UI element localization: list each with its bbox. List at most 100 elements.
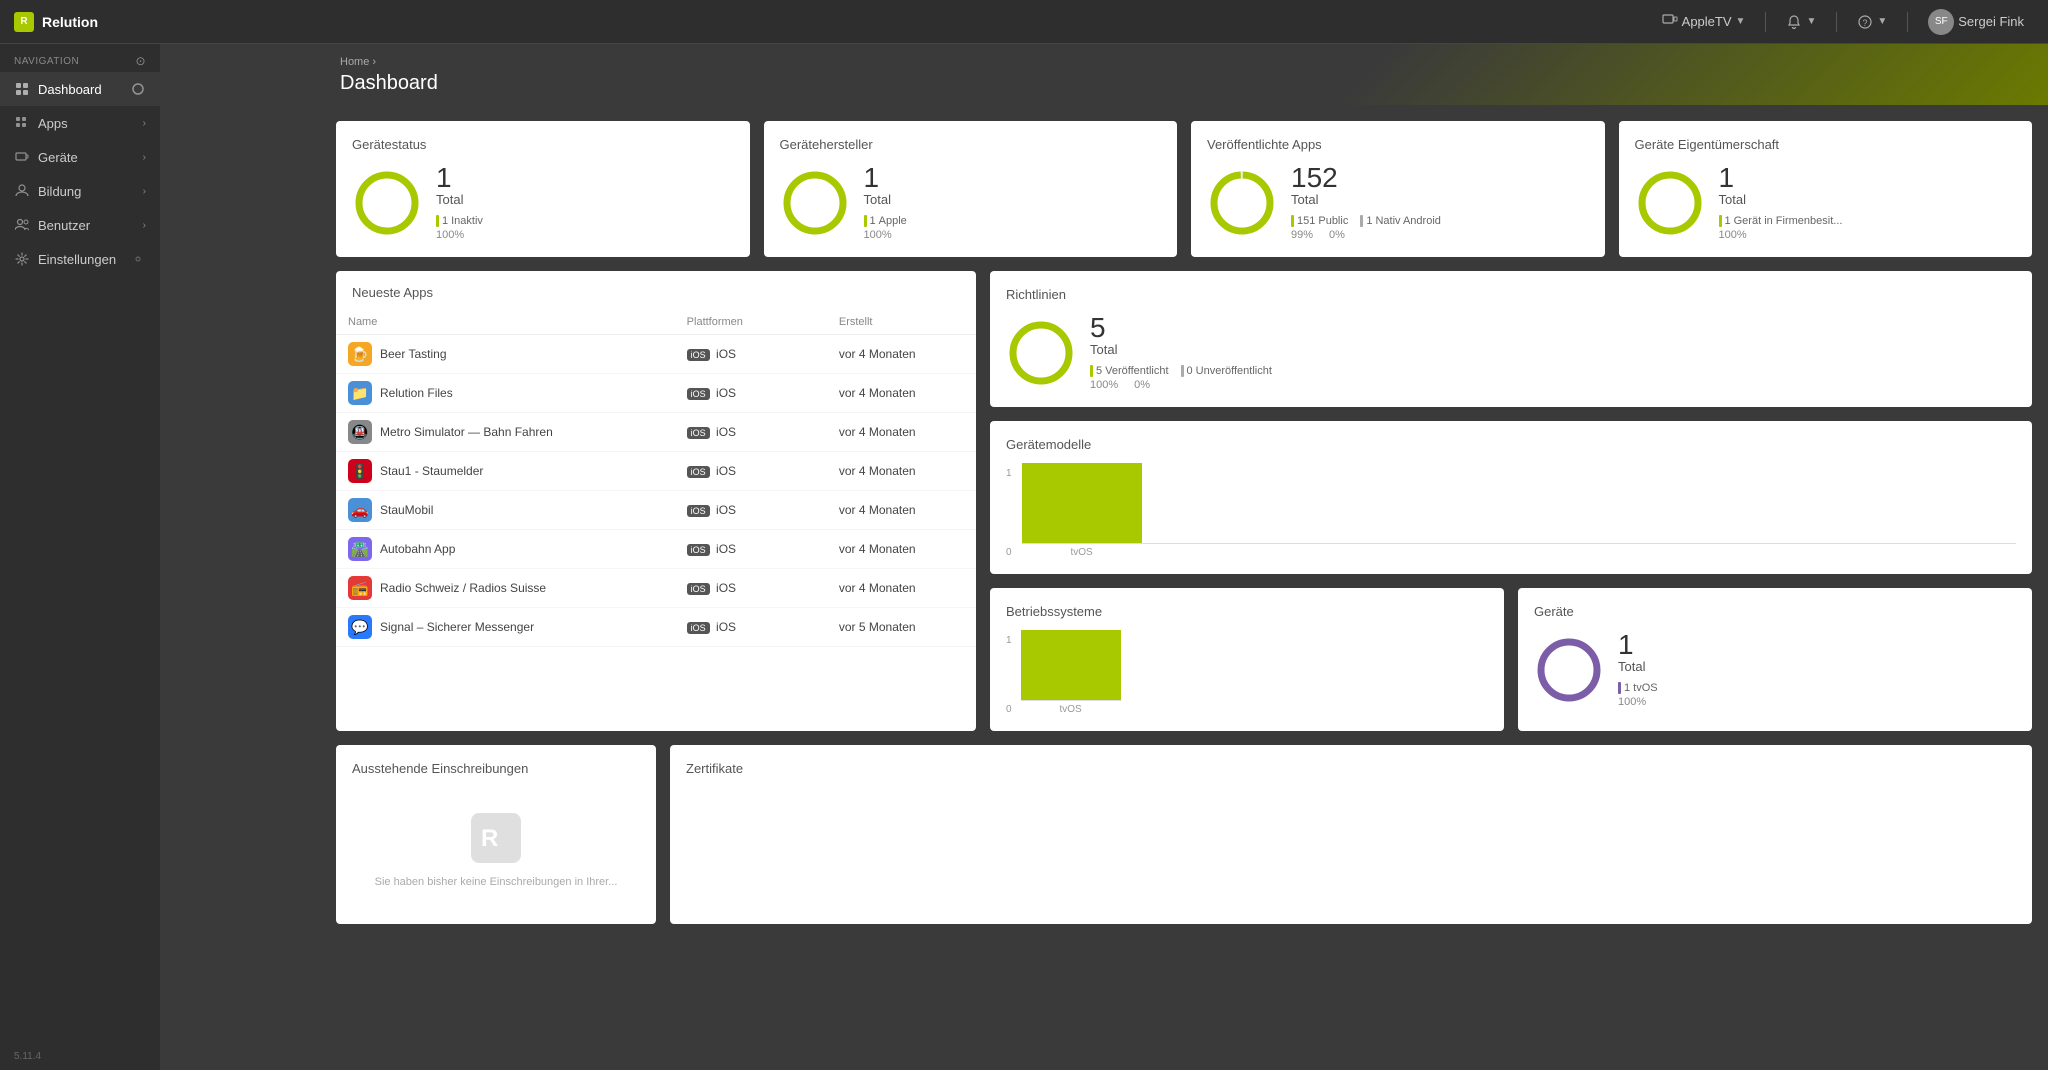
app-icon: 🍺 (348, 342, 372, 366)
app-erstellt: vor 4 Monaten (827, 413, 976, 452)
zertifikate-card: Zertifikate (670, 745, 2032, 924)
app-icon: 🚦 (348, 459, 372, 483)
apps-arrow-icon: › (143, 118, 146, 129)
app-platforms: iOS iOS (675, 569, 827, 608)
app-erstellt: vor 4 Monaten (827, 335, 976, 374)
app-icon: 📻 (348, 576, 372, 600)
geraetemodelle-card: Gerätemodelle 1 0 tvOS (990, 421, 2032, 574)
page-title: Dashboard (340, 72, 2028, 95)
sidebar-item-apps[interactable]: Apps › (0, 106, 160, 140)
relution-empty-icon: R (466, 808, 526, 868)
app-platforms: iOS iOS (675, 608, 827, 647)
table-row[interactable]: 🛣️ Autobahn App iOS iOS vor 4 Monaten (336, 530, 976, 569)
app-erstellt: vor 4 Monaten (827, 452, 976, 491)
stat-row-top: Gerätestatus 1 Total (336, 121, 2032, 257)
geraete-stat-title: Geräte (1534, 604, 2016, 619)
bottom-row: Ausstehende Einschreibungen R Sie haben … (336, 745, 2032, 924)
table-row[interactable]: 🚗 StauMobil iOS iOS vor 4 Monaten (336, 491, 976, 530)
app-erstellt: vor 4 Monaten (827, 374, 976, 413)
ios-badge: iOS (687, 583, 710, 595)
geraetemacher-total-label: Total (864, 192, 1162, 207)
app-platforms: iOS iOS (675, 491, 827, 530)
eigentuemerschaft-donut (1635, 168, 1705, 238)
dashboard-icon (14, 81, 30, 97)
geraetemacher-pct: 100% (864, 229, 1162, 241)
table-row[interactable]: 📁 Relution Files iOS iOS vor 4 Monaten (336, 374, 976, 413)
nav-label: NAVIGATION ⊙ (0, 44, 160, 72)
geraetemodelle-title: Gerätemodelle (1006, 437, 2016, 452)
sidebar-item-bildung[interactable]: Bildung › (0, 174, 160, 208)
app-platforms: iOS iOS (675, 452, 827, 491)
settings-icon (14, 251, 30, 267)
geraetemodelle-bar (1022, 463, 1142, 543)
geraetemacher-detail-label: Apple (879, 215, 907, 227)
table-row[interactable]: 🚇 Metro Simulator — Bahn Fahren iOS iOS … (336, 413, 976, 452)
veroeffentlichte-total-label: Total (1291, 192, 1589, 207)
app-platforms: ▶TViOS iOS (675, 647, 827, 651)
app-name: Autobahn App (380, 542, 455, 556)
geraetestatus-number: 1 (436, 164, 734, 192)
sidebar-benutzer-label: Benutzer (38, 218, 90, 233)
app-name: Signal – Sicherer Messenger (380, 620, 534, 634)
geraetestatus-card: Gerätestatus 1 Total (336, 121, 750, 257)
geraetemacher-number: 1 (864, 164, 1162, 192)
sidebar-item-benutzer[interactable]: Benutzer › (0, 208, 160, 242)
richtlinien-donut (1006, 318, 1076, 388)
sidebar-item-geraete[interactable]: Geräte › (0, 140, 160, 174)
eigentuemerschaft-card: Geräte Eigentümerschaft 1 Total (1619, 121, 2033, 257)
users-icon (14, 217, 30, 233)
geraete-stat-card: Geräte 1 Total (1518, 588, 2032, 731)
bildung-arrow-icon: › (143, 186, 146, 197)
apps-table: Name Plattformen Erstellt 🍺 Beer Tasting… (336, 310, 976, 650)
dashboard-content: Gerätestatus 1 Total (320, 105, 2048, 940)
veroeffentlichte-card: Veröffentlichte Apps 152 Total (1191, 121, 1605, 257)
app-icon: 💬 (348, 615, 372, 639)
ios-badge: iOS (687, 427, 710, 439)
table-row[interactable]: 🚦 Stau1 - Staumelder iOS iOS vor 4 Monat… (336, 452, 976, 491)
sidebar: R Relution NAVIGATION ⊙ Dashboard Apps › (0, 0, 160, 1070)
geraete-donut (1534, 635, 1604, 705)
betriebssysteme-card: Betriebssysteme 1 0 tvOS (990, 588, 1504, 731)
veroeffentlichte-title: Veröffentlichte Apps (1207, 137, 1589, 152)
main-content: AppleTV ▼ ▼ ? ▼ SF Sergei Fink Home › Da… (320, 44, 2048, 1070)
table-row[interactable]: 💬 Signal – Sicherer Messenger iOS iOS vo… (336, 608, 976, 647)
devices-icon (14, 149, 30, 165)
richtlinien-title: Richtlinien (1006, 287, 2016, 302)
app-name-cell: ▶ Netflix (336, 647, 675, 651)
geraete-stat-total-label: Total (1618, 659, 2016, 674)
app-erstellt: vor 4 Monaten (827, 530, 976, 569)
geraete-stat-number: 1 (1618, 631, 2016, 659)
sidebar-geraete-label: Geräte (38, 150, 78, 165)
app-erstellt: vor 4 Monaten (827, 491, 976, 530)
neueste-apps-title: Neueste Apps (336, 271, 976, 310)
nav-collapse-icon[interactable]: ⊙ (135, 54, 146, 68)
table-row[interactable]: ▶ Netflix ▶TViOS iOS vor 5 Monaten (336, 647, 976, 651)
geraetestatus-detail-value: 1 (442, 215, 448, 227)
table-row[interactable]: 📻 Radio Schweiz / Radios Suisse iOS iOS … (336, 569, 976, 608)
col-name: Name (336, 310, 675, 335)
app-platforms: iOS iOS (675, 413, 827, 452)
app-platforms: iOS iOS (675, 530, 827, 569)
ausstehende-card: Ausstehende Einschreibungen R Sie haben … (336, 745, 656, 924)
sidebar-item-einstellungen[interactable]: Einstellungen (0, 242, 160, 276)
app-icon: 🚗 (348, 498, 372, 522)
benutzer-arrow-icon: › (143, 220, 146, 231)
ausstehende-empty-text: Sie haben bisher keine Einschreibungen i… (375, 876, 618, 888)
mid-cards-right: Richtlinien 5 Total (990, 271, 2032, 731)
sidebar-header: R Relution (0, 0, 160, 44)
app-platforms: iOS iOS (675, 374, 827, 413)
page-header: Home › Dashboard (320, 44, 2048, 105)
app-name-cell: 💬 Signal – Sicherer Messenger (336, 608, 675, 647)
app-name-cell: 🚇 Metro Simulator — Bahn Fahren (336, 413, 675, 452)
sidebar-item-dashboard[interactable]: Dashboard (0, 72, 160, 106)
settings-gear-icon (130, 251, 146, 267)
app-name-cell: 📁 Relution Files (336, 374, 675, 413)
app-erstellt: vor 4 Monaten (827, 569, 976, 608)
neueste-apps-card: Neueste Apps Name Plattformen Erstellt (336, 271, 976, 731)
table-row[interactable]: 🍺 Beer Tasting iOS iOS vor 4 Monaten (336, 335, 976, 374)
education-icon (14, 183, 30, 199)
breadcrumb-home[interactable]: Home (340, 56, 369, 68)
apps-list-wrap[interactable]: Name Plattformen Erstellt 🍺 Beer Tasting… (336, 310, 976, 650)
app-name: Radio Schweiz / Radios Suisse (380, 581, 546, 595)
ios-badge: iOS (687, 544, 710, 556)
